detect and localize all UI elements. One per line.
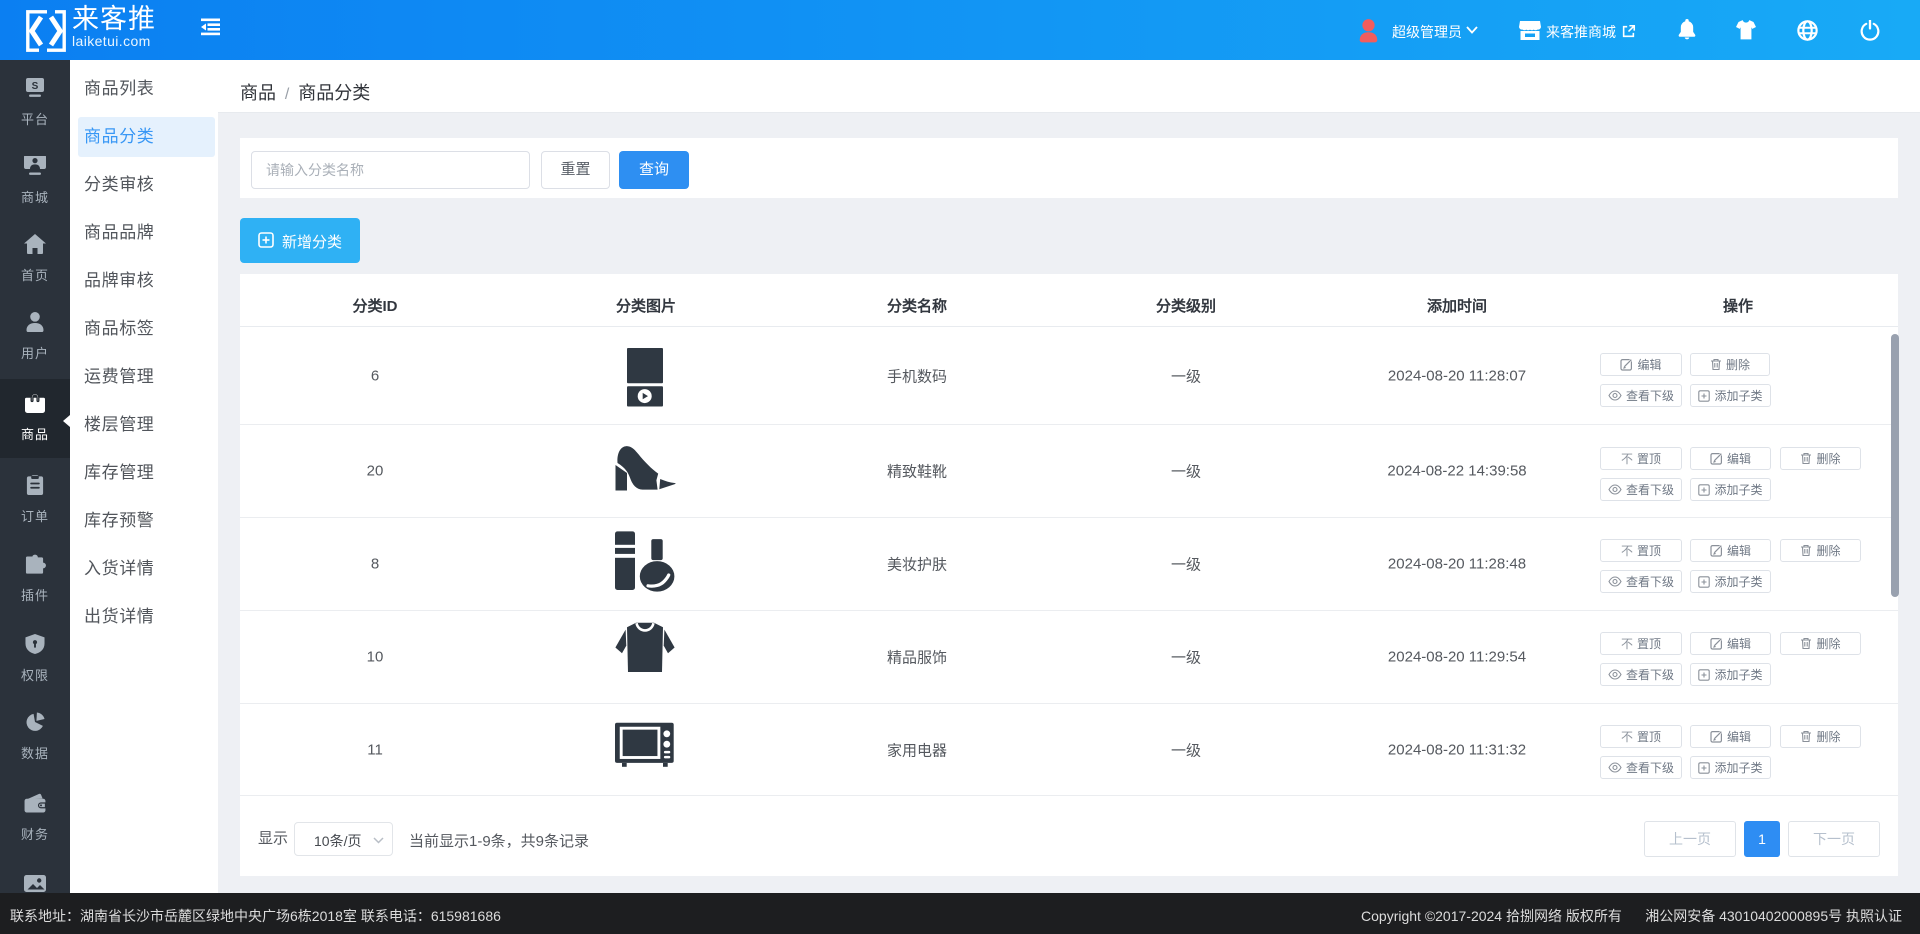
svg-text:S: S xyxy=(32,81,39,92)
